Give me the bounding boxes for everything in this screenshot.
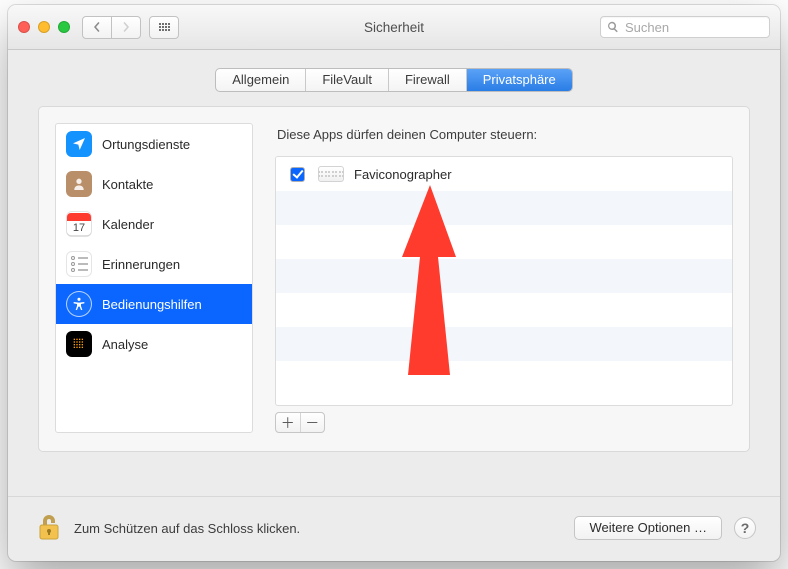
sidebar-item-label: Analyse <box>102 337 148 352</box>
sidebar-item-accessibility[interactable]: Bedienungshilfen <box>56 284 252 324</box>
add-remove-buttons: ＋ － <box>275 412 325 433</box>
app-row-empty <box>276 259 732 293</box>
sidebar-item-calendar[interactable]: 17 Kalender <box>56 204 252 244</box>
app-row[interactable]: Faviconographer <box>276 157 732 191</box>
tab-filevault[interactable]: FileVault <box>306 69 389 91</box>
privacy-panel: Ortungsdienste Kontakte 17 Kalender <box>38 106 750 452</box>
app-row-empty <box>276 327 732 361</box>
accessibility-icon <box>66 291 92 317</box>
lock-description: Zum Schützen auf das Schloss klicken. <box>74 521 300 536</box>
tab-bar: Allgemein FileVault Firewall Privatsphär… <box>215 68 573 92</box>
sidebar-item-label: Kalender <box>102 217 154 232</box>
window-controls <box>18 21 70 33</box>
sidebar-item-label: Ortungsdienste <box>102 137 190 152</box>
help-button[interactable]: ? <box>734 517 756 539</box>
sidebar-item-label: Erinnerungen <box>102 257 180 272</box>
sidebar-item-analytics[interactable]: Analyse <box>56 324 252 364</box>
zoom-window-button[interactable] <box>58 21 70 33</box>
tab-firewall[interactable]: Firewall <box>389 69 467 91</box>
app-row-empty <box>276 225 732 259</box>
reminders-icon <box>66 251 92 277</box>
calendar-icon: 17 <box>66 211 92 237</box>
back-button[interactable] <box>82 16 112 39</box>
sidebar-item-contacts[interactable]: Kontakte <box>56 164 252 204</box>
grid-icon <box>159 23 170 31</box>
location-icon <box>66 131 92 157</box>
sidebar-item-label: Bedienungshilfen <box>102 297 202 312</box>
forward-button[interactable] <box>111 16 141 39</box>
footer: Zum Schützen auf das Schloss klicken. We… <box>8 496 780 543</box>
sidebar-item-reminders[interactable]: Erinnerungen <box>56 244 252 284</box>
sidebar-item-label: Kontakte <box>102 177 153 192</box>
more-options-button[interactable]: Weitere Optionen … <box>574 516 722 540</box>
nav-buttons <box>82 16 141 39</box>
tab-general[interactable]: Allgemein <box>216 69 306 91</box>
app-row-empty <box>276 191 732 225</box>
remove-app-button[interactable]: － <box>301 413 325 432</box>
tabs-row: Allgemein FileVault Firewall Privatsphär… <box>8 50 780 106</box>
add-app-button[interactable]: ＋ <box>276 413 301 432</box>
minimize-window-button[interactable] <box>38 21 50 33</box>
search-input[interactable] <box>623 19 763 36</box>
app-row-empty <box>276 293 732 327</box>
app-list[interactable]: Faviconographer <box>275 156 733 406</box>
show-all-prefs-button[interactable] <box>149 16 179 39</box>
lock-icon[interactable] <box>36 513 62 543</box>
sidebar-item-location[interactable]: Ortungsdienste <box>56 124 252 164</box>
keyboard-app-icon <box>318 166 344 182</box>
analytics-icon <box>66 331 92 357</box>
close-window-button[interactable] <box>18 21 30 33</box>
panel-description: Diese Apps dürfen deinen Computer steuer… <box>277 127 733 142</box>
search-field[interactable] <box>600 16 770 38</box>
category-list[interactable]: Ortungsdienste Kontakte 17 Kalender <box>55 123 253 433</box>
search-icon <box>607 21 619 33</box>
titlebar: Sicherheit <box>8 5 780 50</box>
contacts-icon <box>66 171 92 197</box>
calendar-day: 17 <box>67 221 91 235</box>
preferences-window: Sicherheit Allgemein FileVault Firewall … <box>8 5 780 561</box>
app-enabled-checkbox[interactable] <box>290 167 305 182</box>
app-name: Faviconographer <box>354 167 452 182</box>
apps-panel: Diese Apps dürfen deinen Computer steuer… <box>275 123 733 433</box>
tab-privacy[interactable]: Privatsphäre <box>467 69 572 91</box>
